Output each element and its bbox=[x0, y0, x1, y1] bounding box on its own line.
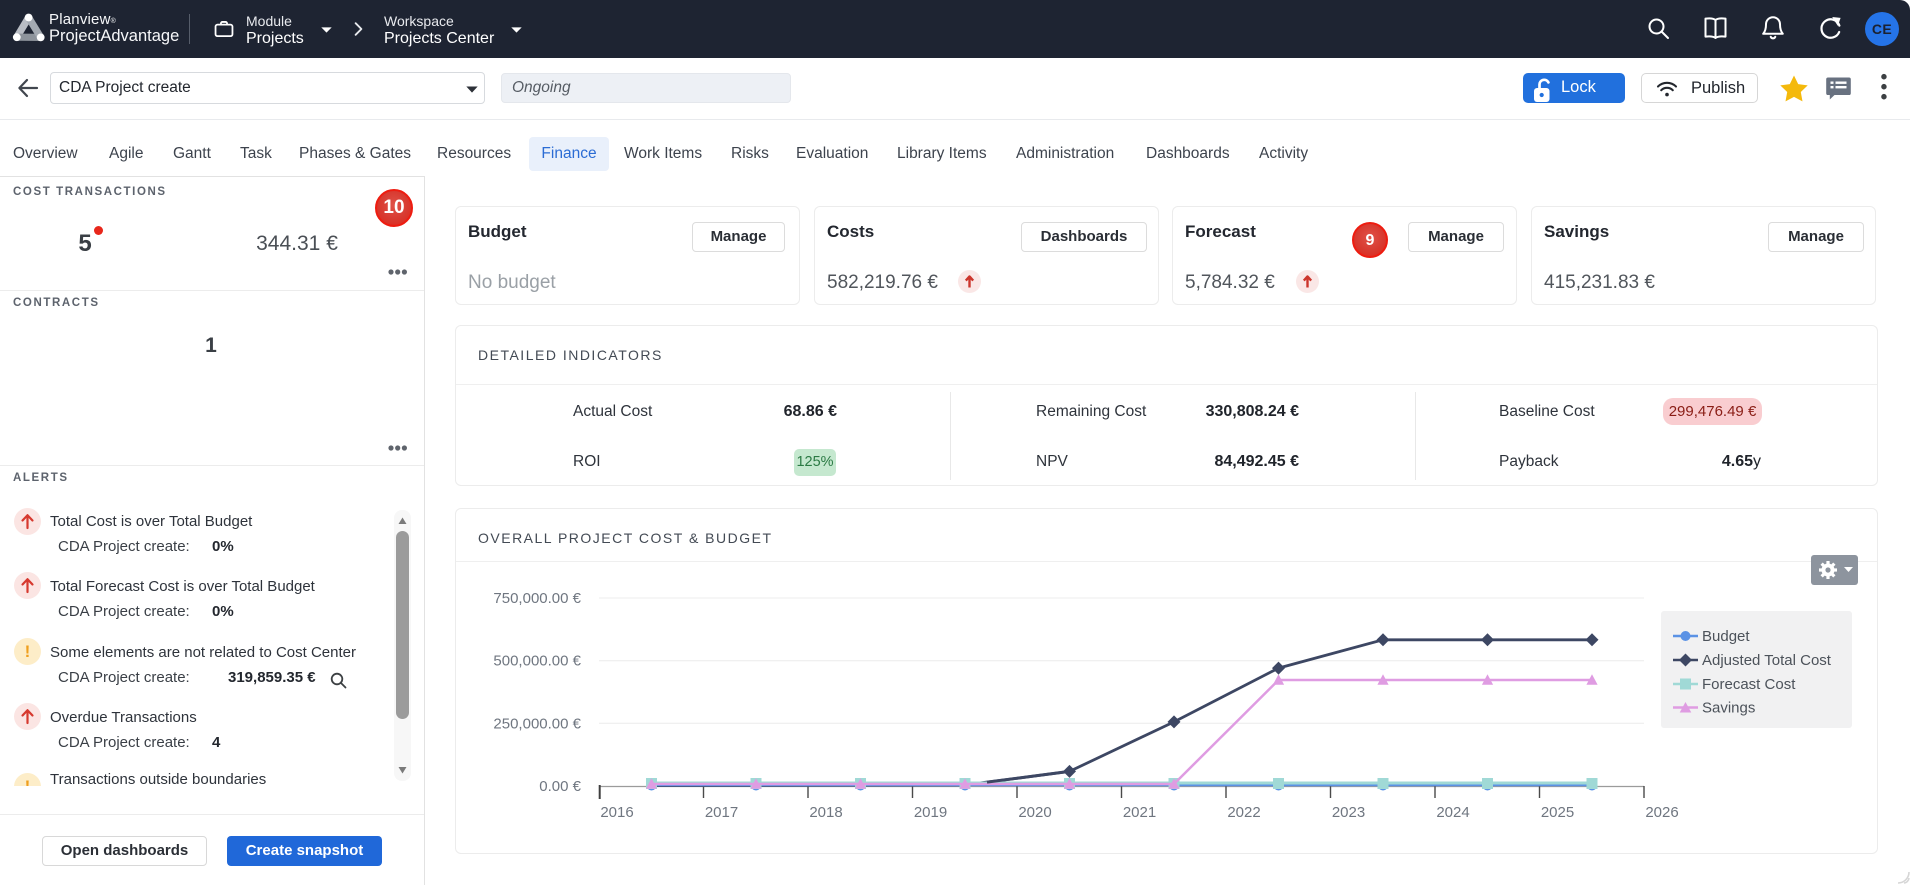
svg-text:2022: 2022 bbox=[1227, 804, 1260, 821]
svg-text:2017: 2017 bbox=[705, 804, 738, 821]
svg-text:500,000.00 €: 500,000.00 € bbox=[493, 653, 581, 670]
svg-text:2016: 2016 bbox=[600, 804, 633, 821]
svg-text:2021: 2021 bbox=[1123, 804, 1156, 821]
svg-text:Adjusted Total Cost: Adjusted Total Cost bbox=[1702, 652, 1832, 669]
svg-text:2020: 2020 bbox=[1018, 804, 1051, 821]
svg-text:Savings: Savings bbox=[1702, 700, 1755, 717]
svg-text:2019: 2019 bbox=[914, 804, 947, 821]
svg-text:2026: 2026 bbox=[1645, 804, 1678, 821]
svg-text:2023: 2023 bbox=[1332, 804, 1365, 821]
svg-text:250,000.00 €: 250,000.00 € bbox=[493, 715, 581, 732]
svg-text:Budget: Budget bbox=[1702, 628, 1750, 645]
svg-text:2024: 2024 bbox=[1436, 804, 1469, 821]
svg-text:0.00 €: 0.00 € bbox=[539, 778, 581, 795]
svg-text:2018: 2018 bbox=[809, 804, 842, 821]
svg-text:Forecast Cost: Forecast Cost bbox=[1702, 676, 1796, 693]
svg-text:750,000.00 €: 750,000.00 € bbox=[493, 590, 581, 607]
svg-text:2025: 2025 bbox=[1541, 804, 1574, 821]
